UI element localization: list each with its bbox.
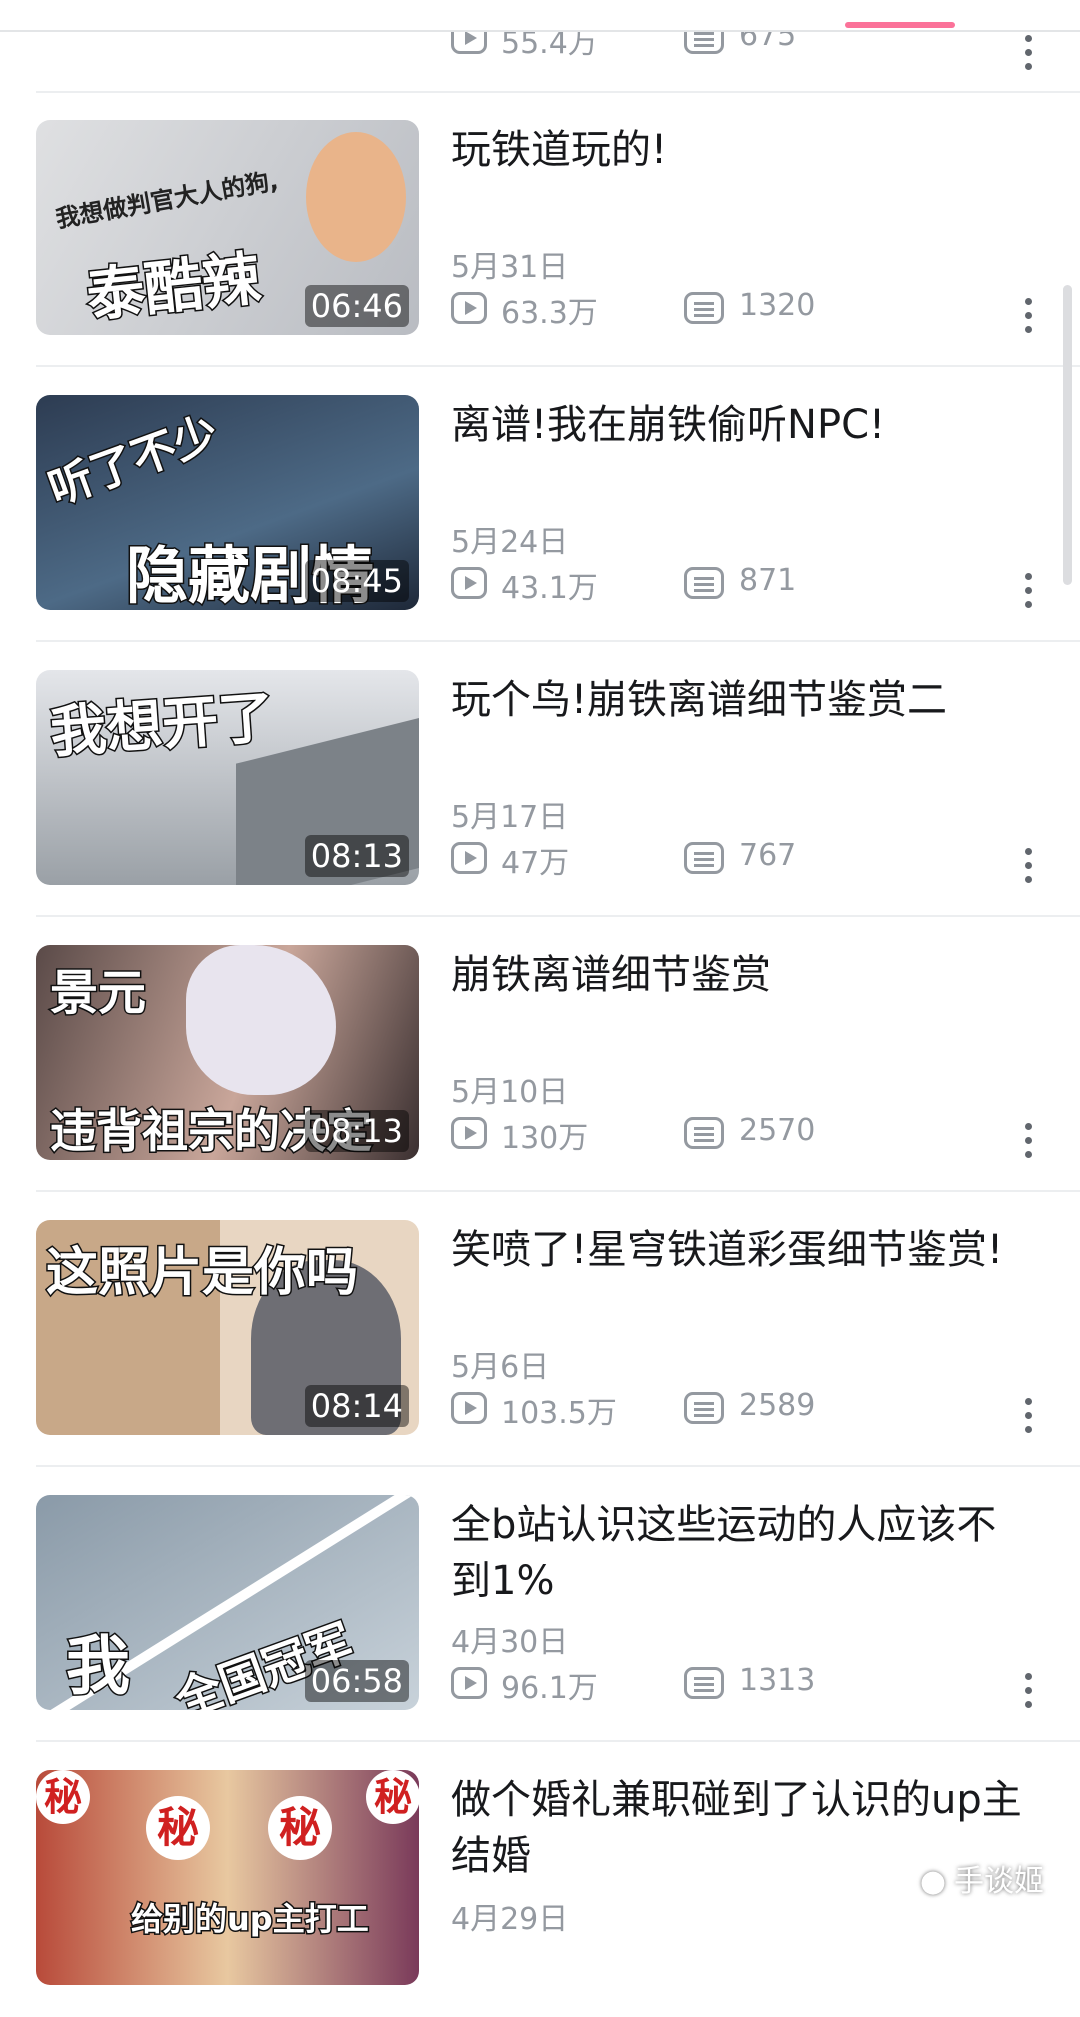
danmaku-icon [684, 1667, 724, 1699]
active-tab-indicator [845, 22, 955, 28]
list-item[interactable]: 听了不少 隐藏剧情 08:45 离谱!我在崩铁偷听NPC! 5月24日 43.1… [36, 367, 1080, 642]
list-item[interactable]: 我 全国冠军 06:58 全b站认识这些运动的人应该不到1% 4月30日 96.… [36, 1467, 1080, 1742]
upload-date: 4月30日 [451, 1625, 569, 1660]
list-item[interactable]: 景元 违背祖宗的决定 08:13 崩铁离谱细节鉴赏 5月10日 130万 257… [36, 917, 1080, 1192]
thumbnail-text: 这照片是你吗 [44, 1242, 359, 1305]
list-item[interactable]: 这照片是你吗 08:14 笑喷了!星穹铁道彩蛋细节鉴赏! 5月6日 103.5万… [36, 1192, 1080, 1467]
play-count-icon [451, 842, 487, 874]
upload-date: 5月31日 [451, 250, 569, 285]
play-count-icon [451, 1392, 487, 1424]
more-options-icon[interactable] [1023, 1673, 1033, 1713]
top-tab-bar [0, 0, 1080, 32]
more-options-icon[interactable] [1023, 1398, 1033, 1438]
secret-badge: 秘 [36, 1770, 90, 1824]
danmaku-count: 2570 [739, 1113, 816, 1148]
video-title[interactable]: 笑喷了!星穹铁道彩蛋细节鉴赏! [451, 1222, 1031, 1278]
wechat-icon: ● [919, 1864, 946, 1899]
play-count-icon [451, 567, 487, 599]
danmaku-icon [684, 842, 724, 874]
video-stats: 103.5万 2589 [451, 1388, 1051, 1431]
video-thumbnail[interactable]: 秘 秘 秘 秘 给别的up主打工 [36, 1770, 419, 1985]
video-stats: 43.1万 871 [451, 563, 1051, 606]
thumbnail-bg [36, 1770, 419, 1985]
upload-date: 5月17日 [451, 800, 569, 835]
video-duration: 06:46 [304, 285, 409, 327]
view-count: 63.3万 [501, 296, 598, 331]
more-options-icon[interactable] [1023, 848, 1033, 888]
upload-date: 5月6日 [451, 1350, 550, 1385]
video-stats: 63.3万 1320 [451, 288, 1051, 331]
list-item[interactable]: 我想做判官大人的狗, 泰酷辣 06:46 玩铁道玩的! 5月31日 63.3万 … [36, 92, 1080, 367]
danmaku-count: 2589 [739, 1388, 816, 1423]
view-count: 96.1万 [501, 1671, 598, 1706]
thumbnail-text-secondary: 景元 [48, 964, 147, 1023]
video-title[interactable]: 离谱!我在崩铁偷听NPC! [451, 397, 1031, 453]
face-shape [306, 132, 406, 262]
video-thumbnail[interactable]: 我想做判官大人的狗, 泰酷辣 06:46 [36, 120, 419, 335]
video-thumbnail[interactable]: 景元 违背祖宗的决定 08:13 [36, 945, 419, 1160]
danmaku-count: 871 [739, 563, 797, 598]
video-stats: 96.1万 1313 [451, 1663, 1051, 1706]
video-duration: 08:13 [304, 835, 409, 877]
view-count: 43.1万 [501, 571, 598, 606]
video-stats: 130万 2570 [451, 1113, 1051, 1156]
upload-date: 4月29日 [451, 1902, 569, 1937]
video-duration: 08:14 [304, 1385, 409, 1427]
video-duration: 06:58 [304, 1660, 409, 1702]
more-options-icon[interactable] [1023, 1123, 1033, 1163]
secret-badge: 秘 [146, 1796, 210, 1860]
danmaku-count: 1313 [739, 1663, 816, 1698]
view-count: 130万 [501, 1121, 589, 1156]
watermark: ● 手谈姬 [920, 1856, 1044, 1900]
video-thumbnail[interactable]: 我 全国冠军 06:58 [36, 1495, 419, 1710]
view-count: 103.5万 [501, 1396, 617, 1431]
danmaku-icon [684, 1117, 724, 1149]
danmaku-icon [684, 1392, 724, 1424]
video-thumbnail[interactable]: 听了不少 隐藏剧情 08:45 [36, 395, 419, 610]
more-options-icon[interactable] [1023, 35, 1033, 75]
play-count-icon [451, 292, 487, 324]
more-options-icon[interactable] [1023, 298, 1033, 338]
video-title[interactable]: 全b站认识这些运动的人应该不到1% [451, 1497, 1031, 1609]
video-title[interactable]: 玩铁道玩的! [451, 122, 1031, 178]
view-count: 47万 [501, 846, 570, 881]
thumbnail-text: 我想开了 [47, 684, 278, 767]
thumbnail-text: 给别的up主打工 [130, 1899, 371, 1940]
danmaku-count: 1320 [739, 288, 816, 323]
secret-badge: 秘 [268, 1796, 332, 1860]
video-duration: 08:45 [304, 560, 409, 602]
list-item[interactable]: 我想开了 08:13 玩个鸟!崩铁离谱细节鉴赏二 5月17日 47万 767 [36, 642, 1080, 917]
thumbnail-text-secondary: 我 [65, 1629, 132, 1706]
danmaku-count: 767 [739, 838, 797, 873]
secret-badge: 秘 [366, 1770, 419, 1824]
watermark-label: 手谈姬 [954, 1864, 1044, 1899]
more-options-icon[interactable] [1023, 573, 1033, 613]
video-thumbnail[interactable]: 这照片是你吗 08:14 [36, 1220, 419, 1435]
video-thumbnail[interactable]: 我想开了 08:13 [36, 670, 419, 885]
video-title[interactable]: 玩个鸟!崩铁离谱细节鉴赏二 [451, 672, 1031, 728]
play-count-icon [451, 1117, 487, 1149]
upload-date: 5月10日 [451, 1075, 569, 1110]
upload-date: 5月24日 [451, 525, 569, 560]
scrollbar[interactable] [1063, 285, 1072, 585]
danmaku-icon [684, 292, 724, 324]
video-duration: 08:13 [304, 1110, 409, 1152]
danmaku-icon [684, 567, 724, 599]
video-title[interactable]: 崩铁离谱细节鉴赏 [451, 947, 1031, 1003]
video-stats: 47万 767 [451, 838, 1051, 881]
play-count-icon [451, 1667, 487, 1699]
